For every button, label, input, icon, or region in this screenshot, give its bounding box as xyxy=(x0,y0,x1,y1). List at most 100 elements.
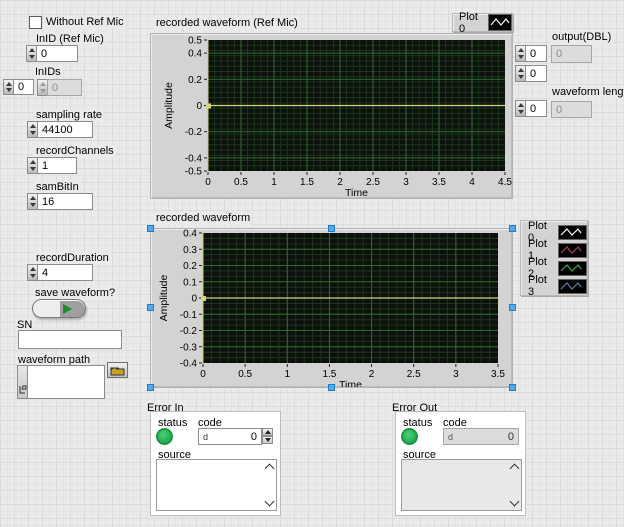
svg-text:2.5: 2.5 xyxy=(407,369,421,380)
inids-index-field[interactable]: 0 xyxy=(13,79,34,95)
inids-index-control: 0 xyxy=(3,79,34,95)
record-duration-field[interactable]: 4 xyxy=(37,264,93,281)
legend-row[interactable]: Plot 3 xyxy=(521,277,587,295)
svg-text:2.5: 2.5 xyxy=(366,177,380,188)
record-channels-field[interactable]: 1 xyxy=(37,157,77,174)
plot-line-icon xyxy=(558,225,587,240)
svg-text:Time: Time xyxy=(339,379,362,387)
increment-decrement-icon[interactable] xyxy=(27,121,37,138)
increment-decrement-icon[interactable] xyxy=(515,65,525,82)
selection-handle[interactable] xyxy=(147,225,154,232)
svg-text:-0.5: -0.5 xyxy=(185,167,203,178)
svg-text:0.3: 0.3 xyxy=(183,245,197,256)
error-out-code-value: 0 xyxy=(508,431,514,443)
svg-text:1.5: 1.5 xyxy=(300,177,314,188)
error-out-cluster[interactable]: status code d 0 source xyxy=(395,411,526,516)
output-dbl-index-row-field[interactable]: 0 xyxy=(525,45,547,62)
svg-text:-0.2: -0.2 xyxy=(185,127,203,138)
waveform-length-label: waveform length xyxy=(550,86,624,99)
sam-bit-in-control: 16 xyxy=(27,193,93,210)
output-dbl-element: 0 xyxy=(551,45,592,63)
error-out-status-led xyxy=(401,428,418,445)
svg-text:-0.3: -0.3 xyxy=(180,342,198,353)
selection-handle[interactable] xyxy=(509,384,516,391)
svg-text:1: 1 xyxy=(271,177,277,188)
plot-line-icon xyxy=(558,243,587,258)
inids-element-control: 0 xyxy=(37,79,82,96)
legend-plot3-label: Plot 3 xyxy=(528,274,555,298)
chart1-legend[interactable]: Plot 0 xyxy=(452,13,513,32)
svg-text:-0.2: -0.2 xyxy=(180,326,198,337)
svg-text:-0.1: -0.1 xyxy=(180,310,198,321)
selection-handle[interactable] xyxy=(147,384,154,391)
scroll-down-icon[interactable] xyxy=(510,497,520,507)
svg-text:0.4: 0.4 xyxy=(188,49,202,60)
radix-indicator: d xyxy=(203,432,208,442)
record-duration-control: 4 xyxy=(27,264,93,281)
increment-decrement-icon[interactable] xyxy=(27,264,37,281)
inid-ref-mic-field[interactable]: 0 xyxy=(36,45,78,62)
svg-text:0.4: 0.4 xyxy=(183,229,197,240)
without-ref-mic-checkbox[interactable] xyxy=(29,16,42,29)
error-out-code-field: d 0 xyxy=(443,428,519,445)
svg-text:0: 0 xyxy=(205,177,211,188)
waveform-plot-area: 00.511.522.533.50.40.30.20.10-0.1-0.2-0.… xyxy=(151,229,512,387)
svg-text:Amplitude: Amplitude xyxy=(163,82,175,129)
increment-decrement-icon[interactable] xyxy=(3,79,13,95)
scroll-down-icon[interactable] xyxy=(265,497,275,507)
increment-decrement-icon[interactable] xyxy=(515,100,525,117)
increment-decrement-icon xyxy=(37,79,47,96)
svg-text:0.1: 0.1 xyxy=(183,277,197,288)
inids-element-field: 0 xyxy=(47,79,82,96)
plot-line-icon xyxy=(488,14,512,31)
error-in-status-led[interactable] xyxy=(156,428,173,445)
sn-input[interactable] xyxy=(18,330,122,349)
sampling-rate-field[interactable]: 44100 xyxy=(37,121,93,138)
svg-text:0: 0 xyxy=(191,294,197,305)
output-dbl-index-row: 0 xyxy=(515,45,547,62)
inid-ref-mic-control: 0 xyxy=(26,45,78,62)
increment-decrement-icon[interactable] xyxy=(515,45,525,62)
svg-text:1: 1 xyxy=(285,369,291,380)
scroll-up-icon[interactable] xyxy=(265,464,275,474)
error-in-source-box[interactable] xyxy=(156,459,277,511)
svg-text:0: 0 xyxy=(200,369,206,380)
output-dbl-index-col: 0 xyxy=(515,65,547,82)
output-dbl-index-col-field[interactable]: 0 xyxy=(525,65,547,82)
browse-folder-button[interactable] xyxy=(107,362,128,378)
svg-text:4: 4 xyxy=(469,177,475,188)
sam-bit-in-field[interactable]: 16 xyxy=(37,193,93,210)
increment-decrement-icon[interactable] xyxy=(26,45,36,62)
increment-decrement-icon[interactable] xyxy=(27,193,37,210)
folder-icon xyxy=(110,365,125,376)
waveform-graph[interactable]: 00.511.522.533.50.40.30.20.10-0.1-0.2-0.… xyxy=(150,228,513,388)
waveform-length-index-field[interactable]: 0 xyxy=(525,100,547,117)
waveform-path-input[interactable] xyxy=(27,365,105,399)
error-out-source-box xyxy=(401,459,522,511)
selection-handle[interactable] xyxy=(509,225,516,232)
svg-text:0.2: 0.2 xyxy=(183,261,197,272)
error-in-cluster[interactable]: status code d 0 source xyxy=(150,411,281,516)
green-arrow-icon xyxy=(63,304,72,314)
increment-decrement-icon[interactable] xyxy=(27,157,37,174)
waveform-length-element: 0 xyxy=(551,101,592,118)
svg-text:Amplitude: Amplitude xyxy=(158,275,170,322)
output-dbl-label: output(DBL) xyxy=(550,31,613,44)
error-in-code-spinner[interactable] xyxy=(262,428,273,444)
selection-handle[interactable] xyxy=(147,304,154,311)
selection-handle[interactable] xyxy=(328,384,335,391)
selection-handle[interactable] xyxy=(328,225,335,232)
waveform-graph-ref-mic[interactable]: 00.511.522.533.544.50.50.40.20-0.2-0.4-0… xyxy=(150,33,513,199)
scroll-up-icon[interactable] xyxy=(510,464,520,474)
selection-handle[interactable] xyxy=(509,304,516,311)
waveform-plot-area: 00.511.522.533.544.50.50.40.20-0.2-0.4-0… xyxy=(151,34,512,198)
svg-text:4.5: 4.5 xyxy=(498,177,512,188)
chart2-legend[interactable]: Plot 0 Plot 1 Plot 2 Plot 3 xyxy=(520,220,588,296)
svg-text:-0.4: -0.4 xyxy=(180,359,198,370)
svg-text:0: 0 xyxy=(196,101,202,112)
svg-text:1.5: 1.5 xyxy=(322,369,336,380)
error-in-code-field[interactable]: d 0 xyxy=(198,428,262,445)
save-waveform-button[interactable] xyxy=(32,299,86,318)
plot-line-icon xyxy=(558,261,587,276)
svg-text:3: 3 xyxy=(403,177,409,188)
